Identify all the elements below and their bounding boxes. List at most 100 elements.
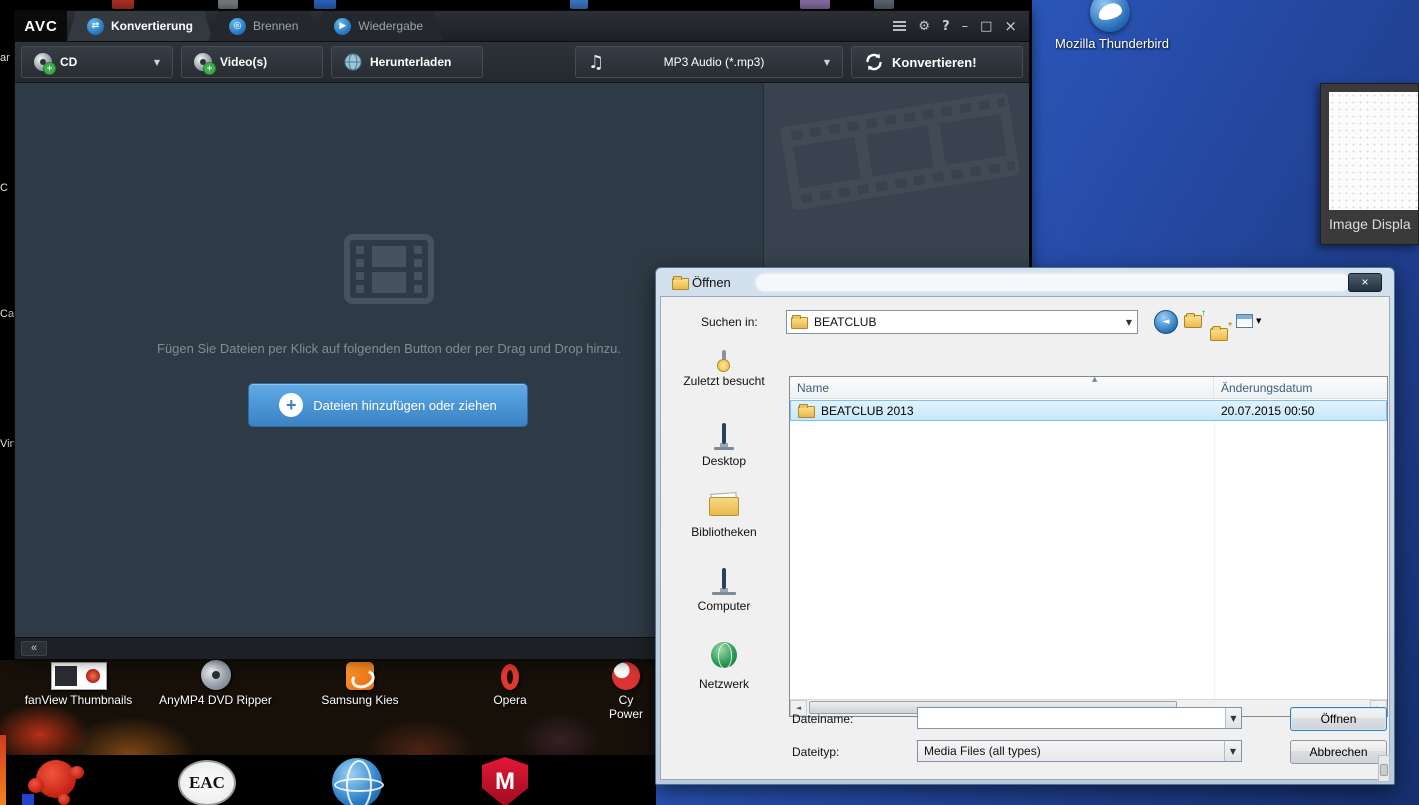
add-files-label: Dateien hinzufügen oder ziehen — [313, 397, 497, 413]
image-display-window[interactable]: Image Displa — [1320, 83, 1419, 245]
avc-toolbar: CD ▼ Video(s) Herunterladen ♫ MP3 Audio … — [15, 41, 1029, 83]
desktop-icon-anymp4-dvd-ripper[interactable]: AnyMP4 DVD Ripper — [148, 656, 283, 707]
look-in-combobox[interactable]: BEATCLUB ▼ — [786, 310, 1138, 334]
download-button[interactable]: Herunterladen — [331, 46, 483, 78]
plus-icon: + — [279, 393, 304, 417]
dialog-close-button[interactable]: × — [1348, 273, 1382, 292]
wallpaper-fragment — [0, 735, 6, 805]
desktop-icon-samsung-kies[interactable]: Samsung Kies — [295, 656, 425, 707]
edge-label: C — [0, 182, 8, 194]
dialog-titlebar[interactable]: Öffnen × — [656, 268, 1394, 296]
new-folder-button[interactable]: * — [1210, 321, 1232, 341]
music-note-icon: ♫ — [588, 51, 605, 73]
filename-input[interactable] — [918, 708, 1225, 728]
desktop-icon-globe-app[interactable] — [332, 758, 384, 805]
back-arrow-icon: ◄ — [1162, 317, 1170, 327]
tab-brennen[interactable]: ◎ Brennen — [209, 11, 318, 41]
thunderbird-icon[interactable] — [1090, 0, 1134, 32]
icon-label: Opera — [493, 693, 527, 707]
cd-label: CD — [60, 55, 78, 69]
filetype-value: Media Files (all types) — [924, 744, 1041, 758]
dialog-folder-icon — [672, 276, 689, 290]
minimize-button[interactable]: – — [962, 20, 969, 33]
chevron-down-icon[interactable]: ▼ — [1224, 741, 1241, 761]
add-cd-button[interactable]: CD ▼ — [21, 46, 173, 78]
computer-monitor-icon — [712, 568, 736, 595]
convert-tab-icon: ⇄ — [87, 18, 104, 35]
maximize-button[interactable]: □ — [980, 20, 992, 33]
dialog-content: Suchen in: BEATCLUB ▼ ◄ ↑ * ▼ Zuletzt be… — [660, 296, 1390, 782]
file-row-beatclub-2013[interactable]: BEATCLUB 2013 20.07.2015 00:50 — [790, 400, 1387, 421]
file-list-header: Name Änderungsdatum ▲ — [790, 377, 1387, 399]
sidebar-item-computer[interactable]: Computer — [663, 568, 785, 613]
file-list: Name Änderungsdatum ▲ BEATCLUB 2013 20.0… — [789, 376, 1388, 717]
filename-combobox[interactable]: ▼ — [917, 707, 1242, 729]
open-button[interactable]: Öffnen — [1290, 707, 1387, 731]
chevron-down-icon: ▼ — [1256, 317, 1262, 325]
help-icon[interactable]: ? — [942, 20, 950, 33]
up-one-level-button[interactable]: ↑ — [1184, 308, 1206, 328]
edge-label: ar — [0, 52, 10, 64]
download-label: Herunterladen — [370, 55, 452, 69]
desktop-icon-eac[interactable]: EAC — [178, 760, 236, 805]
convert-button[interactable]: Konvertieren! — [851, 46, 1023, 78]
tab-konvertierung[interactable]: ⇄ Konvertierung — [67, 11, 213, 41]
back-button[interactable]: ◄ — [1154, 310, 1178, 334]
filename-label: Dateiname: — [792, 712, 854, 726]
partial-desktop-icon — [570, 0, 588, 9]
column-header-date[interactable]: Änderungsdatum — [1214, 377, 1387, 398]
sidebar-item-label: Netzwerk — [698, 677, 749, 691]
file-name: BEATCLUB 2013 — [821, 403, 914, 418]
look-in-value: BEATCLUB — [814, 315, 877, 329]
empty-list-hint: Fügen Sie Dateien per Klick auf folgende… — [157, 341, 621, 356]
sidebar-item-desktop[interactable]: Desktop — [663, 423, 785, 468]
thunderbird-label: Mozilla Thunderbird — [1055, 36, 1169, 51]
look-in-label: Suchen in: — [701, 315, 758, 329]
desktop-icon-opera[interactable]: Opera — [445, 656, 575, 707]
dialog-title: Öffnen — [692, 275, 731, 290]
collapse-panel-button[interactable]: « — [21, 641, 47, 656]
convert-arrows-icon — [866, 53, 882, 71]
output-format-dropdown[interactable]: ♫ MP3 Audio (*.mp3) ▼ — [575, 46, 843, 78]
sidebar-item-recent[interactable]: Zuletzt besucht — [663, 350, 785, 388]
desktop: Mozilla Thunderbird Image Displa ar C Ca… — [0, 0, 1419, 805]
views-menu-button[interactable]: ▼ — [1236, 314, 1261, 328]
sidebar-item-label: Bibliotheken — [691, 525, 757, 539]
partial-desktop-icon — [112, 0, 134, 9]
folder-icon — [798, 403, 815, 418]
black-strip — [0, 755, 656, 805]
cancel-button[interactable]: Abbrechen — [1290, 740, 1387, 764]
image-display-caption: Image Displa — [1329, 216, 1411, 232]
vertical-scrollbar-fragment[interactable] — [1378, 755, 1390, 782]
tab-label: Konvertierung — [111, 19, 194, 33]
desktop-icon-irfanview-thumbnails[interactable]: fanView Thumbnails — [6, 656, 151, 707]
sidebar-item-libraries[interactable]: Bibliotheken — [663, 492, 785, 539]
video-disc-icon — [194, 53, 216, 75]
filetype-label: Dateityp: — [792, 745, 840, 759]
tab-wiedergabe[interactable]: ▶ Wiedergabe — [314, 11, 443, 41]
sidebar-item-label: Desktop — [701, 454, 747, 468]
settings-gear-icon[interactable]: ⚙ — [918, 20, 930, 33]
add-video-button[interactable]: Video(s) — [181, 46, 323, 78]
desktop-icon-mcafee[interactable]: M — [482, 757, 528, 805]
videos-label: Video(s) — [220, 55, 268, 69]
column-header-name[interactable]: Name — [790, 377, 1214, 398]
desktop-icon-irfanview[interactable] — [22, 756, 86, 805]
sidebar-item-network[interactable]: Netzwerk — [663, 642, 785, 691]
chevron-down-icon[interactable]: ▼ — [1224, 708, 1241, 728]
chevron-down-icon[interactable]: ▼ — [1121, 318, 1137, 327]
folder-icon — [791, 315, 808, 329]
eac-label: EAC — [189, 773, 225, 792]
avc-titlebar[interactable]: AVC ⇄ Konvertierung ◎ Brennen ▶ Wiederga… — [15, 11, 1029, 41]
partial-desktop-icon — [218, 0, 238, 9]
desktop-icon-cyberlink-partial[interactable]: Cy Power — [590, 656, 662, 721]
blue-fragment — [22, 794, 34, 805]
filmstrip-watermark-icon — [780, 92, 1020, 210]
log-icon[interactable] — [893, 20, 907, 32]
up-arrow-icon: ↑ — [1201, 308, 1206, 319]
file-drop-area[interactable]: Fügen Sie Dateien per Klick auf folgende… — [15, 83, 763, 637]
filetype-combobox[interactable]: Media Files (all types) ▼ — [917, 740, 1242, 762]
close-button[interactable]: × — [1004, 18, 1017, 33]
file-date: 20.07.2015 00:50 — [1221, 403, 1315, 418]
add-files-button[interactable]: + Dateien hinzufügen oder ziehen — [248, 383, 528, 427]
